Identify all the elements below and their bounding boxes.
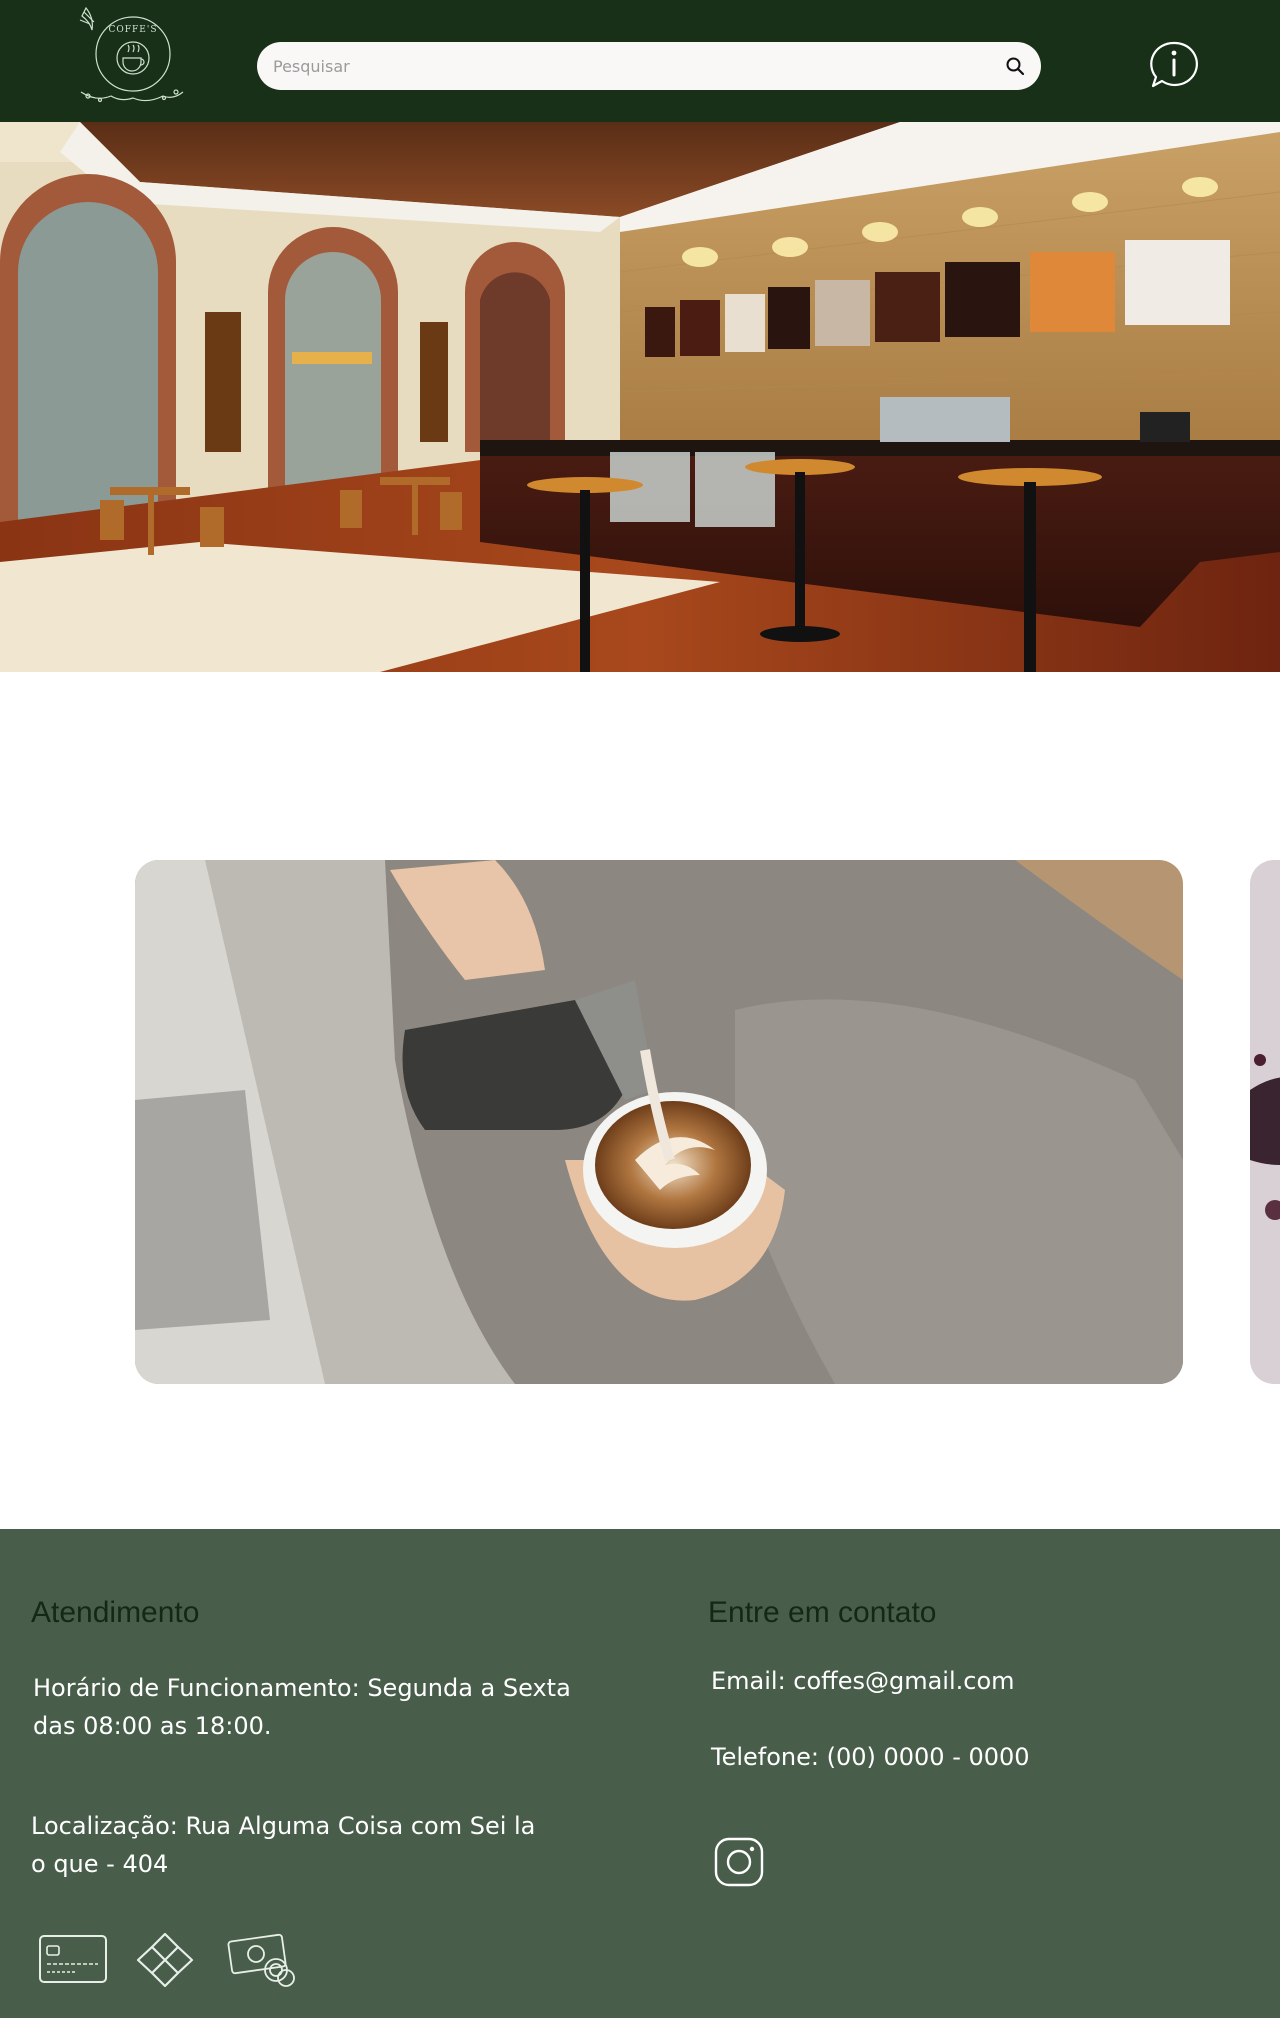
- info-chat-icon[interactable]: [1148, 40, 1200, 90]
- carousel-slide-next[interactable]: [1250, 860, 1280, 1384]
- search-input[interactable]: [273, 42, 973, 90]
- search-icon[interactable]: [1003, 54, 1027, 78]
- logo-text: COFFE'S: [109, 25, 158, 35]
- atendimento-heading: Atendimento: [31, 1596, 200, 1629]
- contato-heading: Entre em contato: [708, 1596, 937, 1629]
- opening-hours: Horário de Funcionamento: Segunda a Sext…: [33, 1674, 571, 1740]
- contact-email[interactable]: Email: coffes@gmail.com: [711, 1662, 1015, 1700]
- cash-icon: [226, 1930, 298, 1992]
- carousel-slide-latte-art[interactable]: [135, 860, 1183, 1384]
- hero-image: [0, 122, 1280, 672]
- search-bar: [257, 42, 1041, 90]
- pix-icon: [134, 1930, 196, 1994]
- instagram-icon[interactable]: [713, 1836, 765, 1888]
- location-address: Localização: Rua Alguma Coisa com Sei la…: [31, 1812, 536, 1878]
- site-header: COFFE'S: [0, 0, 1280, 122]
- contact-phone: Telefone: (00) 0000 - 0000: [711, 1743, 1030, 1771]
- credit-card-icon: [38, 1934, 108, 1988]
- coffees-logo[interactable]: COFFE'S: [76, 2, 188, 106]
